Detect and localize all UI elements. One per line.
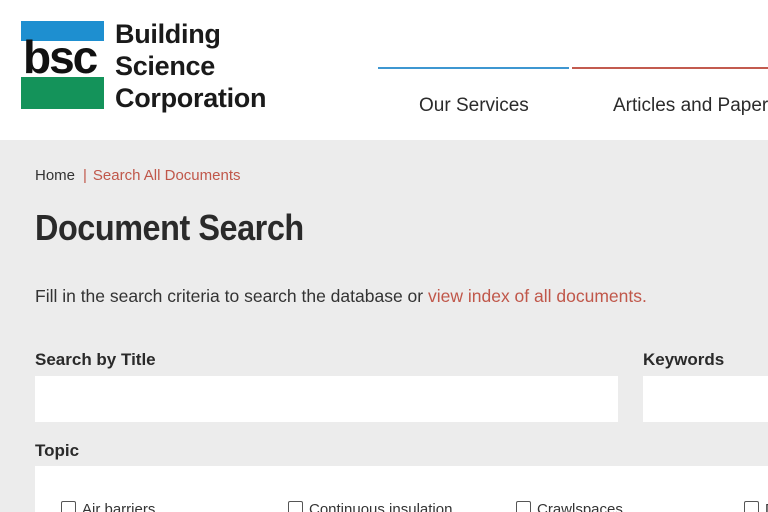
page-title: Document Search [35,207,304,248]
checkbox[interactable] [288,501,303,512]
nav-item-articles-and-papers[interactable]: Articles and Papers [613,95,768,117]
intro-text-body: Fill in the search criteria to search th… [35,286,428,306]
topic-option-label: Continuous insulation [309,501,453,512]
topic-option-d[interactable]: D [744,501,768,512]
nav-accent-line-services [378,67,569,69]
search-title-input[interactable] [35,376,618,422]
site-header: bsc Building Science Corporation Our Ser… [0,0,768,140]
topic-option-air-barriers[interactable]: Air barriers [61,501,155,512]
keywords-label: Keywords [643,350,725,369]
logo-wordmark: Building Science Corporation [115,18,266,114]
logo-line-2: Science [115,51,215,81]
nav-accent-line-articles [572,67,768,69]
nav-item-our-services[interactable]: Our Services [419,95,529,117]
view-index-link[interactable]: view index of all documents. [428,286,647,306]
logo-line-1: Building [115,19,221,49]
topic-option-label: Air barriers [82,501,156,512]
keywords-input[interactable] [643,376,768,422]
bsc-logo[interactable]: bsc Building Science Corporation [21,18,266,114]
topic-label: Topic [35,441,80,460]
breadcrumb-home-link[interactable]: Home [35,167,75,184]
topic-checkbox-group: Air barriers Continuous insulation Crawl… [35,466,768,512]
checkbox[interactable] [744,501,759,512]
breadcrumb-separator: | [83,167,87,184]
topic-option-continuous-insulation[interactable]: Continuous insulation [288,501,452,512]
intro-text: Fill in the search criteria to search th… [35,286,647,307]
breadcrumb-current-link[interactable]: Search All Documents [93,167,241,184]
checkbox[interactable] [61,501,76,512]
topic-option-label: Crawlspaces [537,501,623,512]
topic-option-crawlspaces[interactable]: Crawlspaces [516,501,623,512]
logo-line-3: Corporation [115,83,267,113]
breadcrumb: Home | Search All Documents [35,167,241,184]
search-by-title-label: Search by Title [35,350,156,369]
logo-mark: bsc [21,21,104,109]
checkbox[interactable] [516,501,531,512]
logo-mark-text: bsc [23,31,98,83]
